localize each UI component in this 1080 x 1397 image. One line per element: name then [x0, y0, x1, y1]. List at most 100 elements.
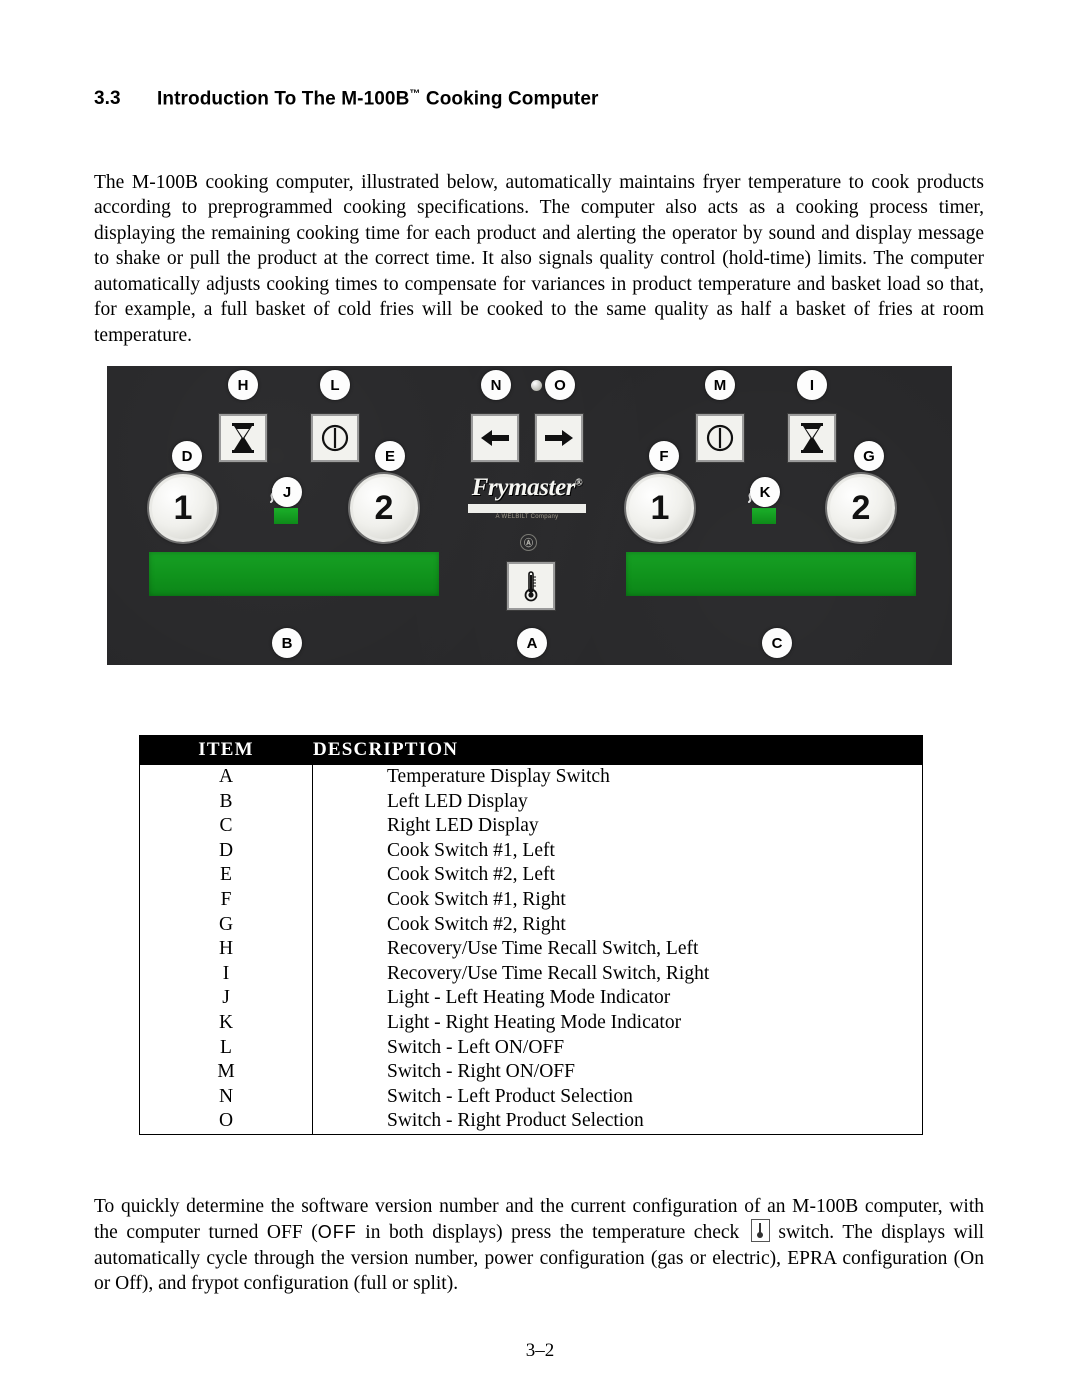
cell-item: G [139, 912, 313, 938]
cook-switch-2-left-button[interactable]: 2 [350, 474, 418, 542]
table-row: N Switch - Left Product Selection [139, 1084, 923, 1110]
table-row: C Right LED Display [139, 814, 923, 839]
power-icon [705, 423, 735, 453]
thermometer-icon [750, 1219, 770, 1243]
heating-indicator-lamp-left [274, 508, 298, 524]
callout-e: E [375, 441, 405, 471]
table-row: G Cook Switch #2, Right [139, 912, 923, 938]
callout-l: L [320, 370, 350, 400]
recall-switch-left-button[interactable] [219, 414, 267, 462]
cell-item: A [139, 764, 313, 790]
table-row: I Recovery/Use Time Recall Switch, Right [139, 961, 923, 987]
table-body: A Temperature Display Switch B Left LED Dis… [139, 764, 923, 1135]
cell-description: Recovery/Use Time Recall Switch, Right [312, 961, 923, 987]
certification-mark: Ⓐ [520, 534, 537, 551]
product-selection-right-button[interactable] [535, 414, 583, 462]
cell-item: C [139, 814, 313, 839]
off-display-text: OFF [317, 1222, 357, 1243]
table-row: F Cook Switch #1, Right [139, 887, 923, 913]
hourglass-icon [229, 422, 257, 454]
table-row: K Light - Right Heating Mode Indicator [139, 1010, 923, 1036]
callout-b: B [272, 628, 302, 658]
thermometer-icon [521, 569, 541, 603]
control-panel-figure: 1 2 Frymaster® A WELBILT Company Ⓐ 1 2 H… [107, 366, 952, 665]
callout-m: M [705, 370, 735, 400]
callout-f: F [649, 441, 679, 471]
callout-n: N [481, 370, 511, 400]
cell-item: J [139, 986, 313, 1011]
cell-description: Switch - Right Product Selection [312, 1109, 923, 1135]
arrow-right-icon [543, 428, 575, 448]
heating-indicator-lamp-right [752, 508, 776, 524]
column-header-description: DESCRIPTION [312, 735, 923, 765]
cell-description: Light - Right Heating Mode Indicator [312, 1010, 923, 1036]
recall-switch-right-button[interactable] [788, 414, 836, 462]
cell-item: F [139, 887, 313, 913]
cell-item: M [139, 1060, 313, 1085]
cook-button-2-label: 2 [851, 488, 871, 527]
cell-item: N [139, 1084, 313, 1110]
cell-description: Switch - Left Product Selection [312, 1084, 923, 1110]
status-led-dot [531, 380, 542, 391]
page-footer: 3–2 [525, 1340, 555, 1361]
cell-description: Switch - Left ON/OFF [312, 1035, 923, 1061]
registered-mark: ® [575, 477, 583, 489]
cell-item: I [139, 961, 313, 987]
trademark-symbol: ™ [409, 88, 421, 100]
cell-item: B [139, 789, 313, 815]
onoff-switch-right-button[interactable] [696, 414, 744, 462]
brand-wordmark: Frymaster® [471, 474, 583, 501]
cook-switch-1-left-button[interactable]: 1 [149, 474, 217, 542]
cell-item: H [139, 937, 313, 962]
cell-description: Light - Left Heating Mode Indicator [312, 986, 923, 1011]
cell-item: E [139, 863, 313, 888]
cell-description: Right LED Display [312, 814, 923, 839]
table-row: M Switch - Right ON/OFF [139, 1060, 923, 1085]
section-heading: 3.3 Introduction To The M-100B™ Cooking C… [94, 88, 984, 110]
onoff-switch-left-button[interactable] [311, 414, 359, 462]
callout-a: A [517, 628, 547, 658]
cook-switch-1-right-button[interactable]: 1 [626, 474, 694, 542]
table-row: O Switch - Right Product Selection [139, 1109, 923, 1135]
callout-j: J [272, 477, 302, 507]
brand-tagline: A WELBILT Company [495, 514, 559, 520]
left-led-display [149, 552, 439, 596]
cell-item: O [139, 1109, 313, 1135]
temperature-display-switch-button[interactable] [507, 562, 555, 610]
frymaster-logo: Frymaster® A WELBILT Company [457, 474, 597, 520]
product-selection-left-button[interactable] [471, 414, 519, 462]
intro-paragraph: The M-100B cooking computer, illustrated… [94, 171, 984, 347]
arrow-left-icon [479, 428, 511, 448]
callout-h: H [228, 370, 258, 400]
cell-description: Cook Switch #1, Left [312, 838, 923, 864]
table-row: L Switch - Left ON/OFF [139, 1035, 923, 1061]
callout-g: G [854, 441, 884, 471]
cell-item: K [139, 1010, 313, 1036]
version-paragraph: To quickly determine the software versio… [94, 1194, 984, 1297]
table-row: D Cook Switch #1, Left [139, 838, 923, 864]
cook-switch-2-right-button[interactable]: 2 [827, 474, 895, 542]
section-title-after: Cooking Computer [420, 88, 599, 110]
callout-c: C [762, 628, 792, 658]
cell-description: Cook Switch #2, Left [312, 863, 923, 888]
callout-d: D [172, 441, 202, 471]
table-row: H Recovery/Use Time Recall Switch, Left [139, 937, 923, 962]
section-title-before: Introduction To The M-100B [157, 88, 410, 110]
table-row: B Left LED Display [139, 789, 923, 815]
cook-button-1-label: 1 [173, 488, 193, 527]
power-icon [320, 423, 350, 453]
version-text-part2: in both displays) press the temperature … [356, 1222, 748, 1244]
callout-o: O [545, 370, 575, 400]
brand-underline-bar [468, 504, 586, 513]
table-header-row: ITEM DESCRIPTION [139, 735, 923, 765]
cell-description: Cook Switch #1, Right [312, 887, 923, 913]
hourglass-icon [798, 422, 826, 454]
item-description-table: ITEM DESCRIPTION A Temperature Display Sw… [139, 735, 923, 1135]
cell-item: D [139, 838, 313, 864]
cell-description: Switch - Right ON/OFF [312, 1060, 923, 1085]
cell-item: L [139, 1035, 313, 1061]
callout-i: I [797, 370, 827, 400]
column-header-item: ITEM [139, 735, 313, 765]
cell-description: Recovery/Use Time Recall Switch, Left [312, 937, 923, 962]
section-number: 3.3 [94, 88, 121, 110]
